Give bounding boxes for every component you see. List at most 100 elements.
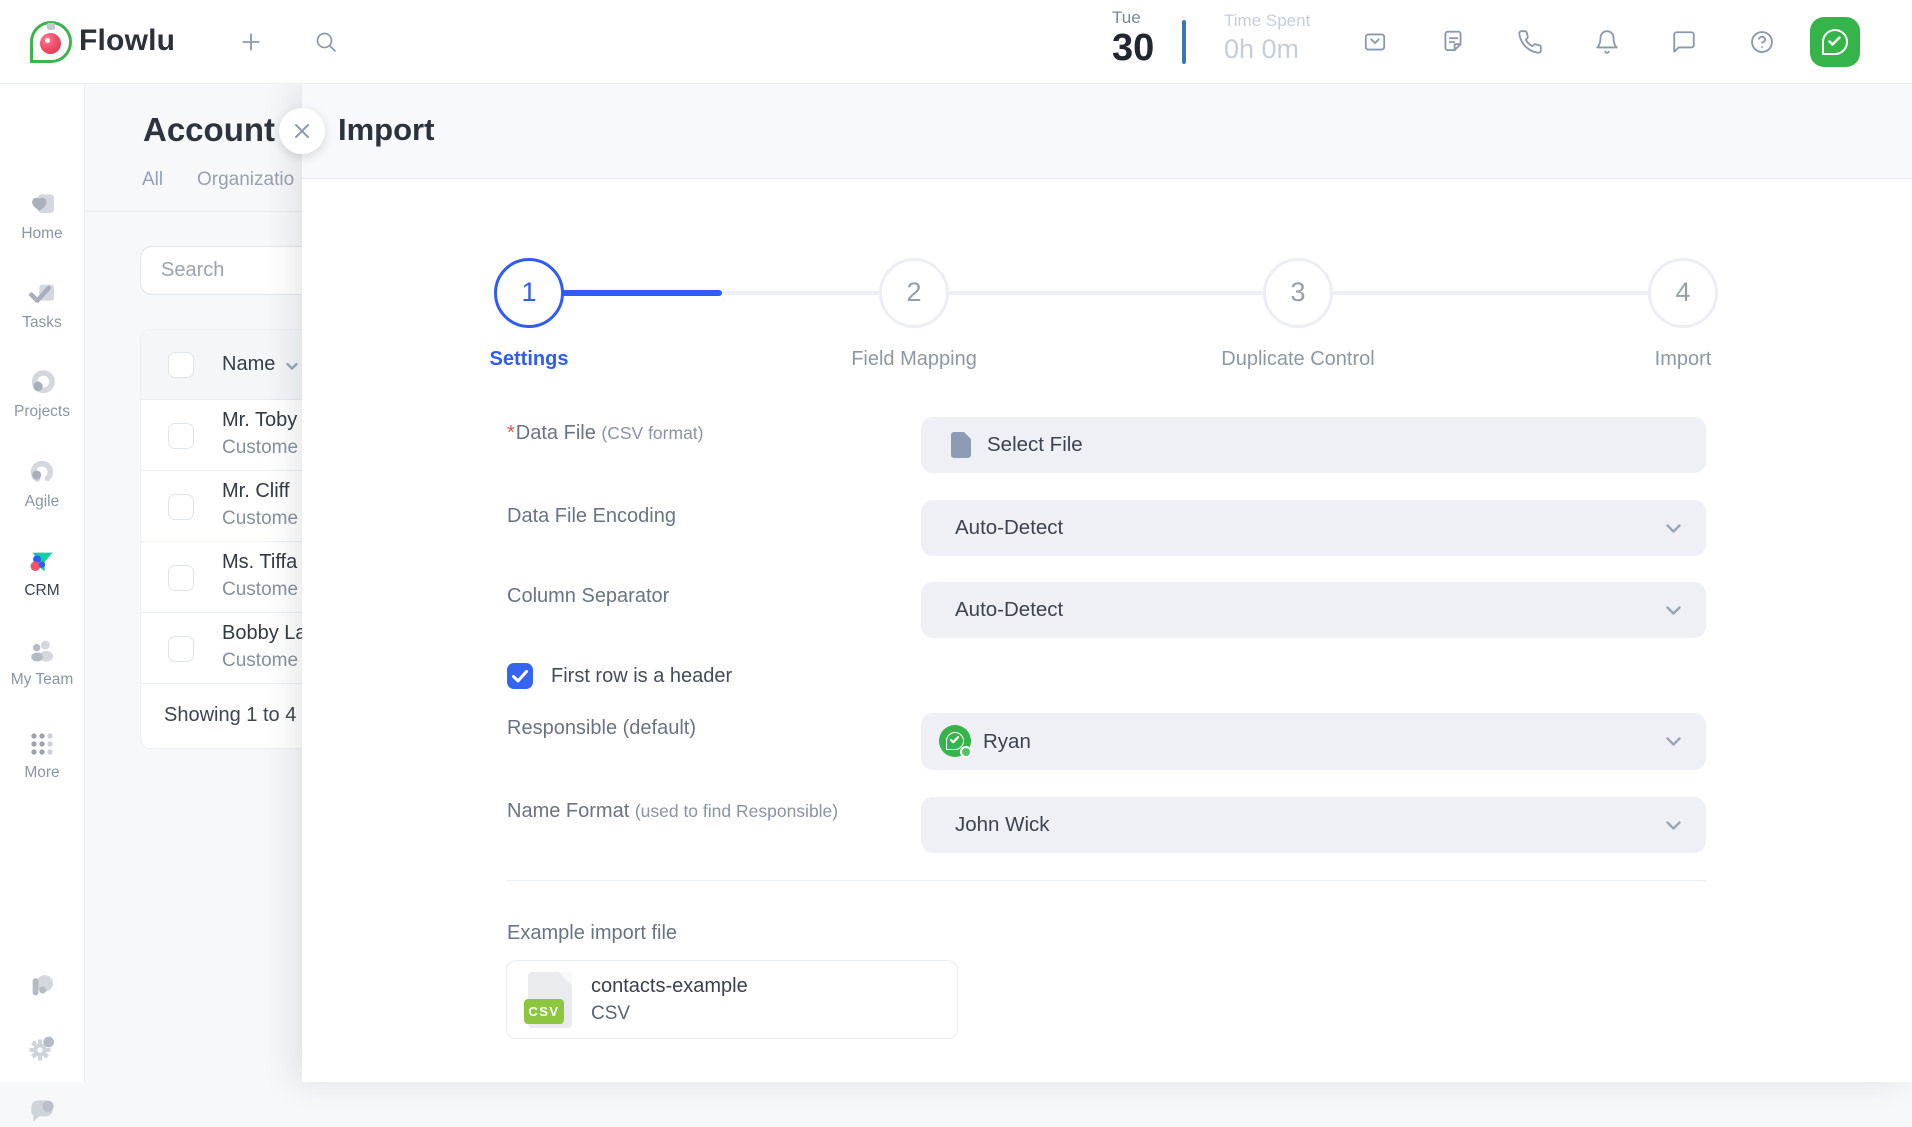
logo-ornament-ball [40, 33, 61, 54]
close-icon [292, 121, 312, 141]
home-icon [0, 188, 84, 222]
form-divider [507, 880, 1706, 881]
logo-sparkle [45, 38, 50, 43]
responsible-select[interactable]: Ryan [921, 713, 1706, 770]
notifications-button[interactable] [1594, 29, 1620, 55]
brand-name: Flowlu [79, 24, 175, 58]
inbox-button[interactable] [1362, 29, 1388, 55]
notes-button[interactable] [1440, 29, 1466, 55]
top-bar: Flowlu Tue 30 Time Spent 0h 0m [0, 0, 1912, 84]
step-3-circle[interactable]: 3 [1263, 258, 1333, 328]
sidebar-label-my-team: My Team [0, 671, 84, 689]
encoding-label: Data File Encoding [507, 505, 676, 528]
notes-icon [1440, 29, 1466, 55]
example-file-name: contacts-example [591, 975, 748, 998]
separator-value: Auto-Detect [955, 598, 1063, 622]
row-subtitle: Custome [222, 508, 298, 530]
row-checkbox[interactable] [168, 494, 194, 520]
app-sidebar: Home Tasks Projects Agile CRM My Team [0, 84, 85, 1082]
step-1-circle[interactable]: 1 [494, 258, 564, 328]
sort-chevron-icon[interactable] [284, 358, 300, 374]
chevron-down-icon [1665, 818, 1682, 833]
row-subtitle: Custome [222, 437, 298, 459]
calls-button[interactable] [1517, 29, 1543, 55]
responsible-label: Responsible (default) [507, 717, 696, 740]
data-file-label: *Data File (CSV format) [507, 422, 704, 445]
first-row-header-label[interactable]: First row is a header [551, 665, 732, 688]
step-4-circle[interactable]: 4 [1648, 258, 1718, 328]
row-checkbox[interactable] [168, 636, 194, 662]
select-file-button[interactable]: Select File [921, 417, 1706, 473]
help-icon [1749, 29, 1775, 55]
sidebar-portal-button[interactable] [0, 970, 84, 1002]
encoding-select[interactable]: Auto-Detect [921, 500, 1706, 556]
step-3-number: 3 [1290, 277, 1305, 307]
sidebar-feedback-button[interactable] [0, 1095, 84, 1127]
sidebar-label-projects: Projects [0, 403, 84, 421]
help-button[interactable] [1749, 29, 1775, 55]
stepper-track [564, 291, 1648, 295]
sidebar-item-crm[interactable]: CRM [0, 545, 84, 600]
global-search-button[interactable] [314, 30, 338, 54]
step-2-circle[interactable]: 2 [879, 258, 949, 328]
select-file-text: Select File [987, 433, 1083, 457]
row-checkbox[interactable] [168, 565, 194, 591]
time-spent-label: Time Spent [1224, 11, 1310, 31]
messenger-button[interactable] [1671, 29, 1697, 55]
example-file-card[interactable]: CSV contacts-example CSV [506, 960, 958, 1039]
bell-icon [1594, 29, 1620, 55]
name-column-header[interactable]: Name [222, 353, 275, 376]
tab-organizations[interactable]: Organizatio [197, 169, 294, 191]
step-2-label: Field Mapping [794, 348, 1034, 371]
sidebar-item-tasks[interactable]: Tasks [0, 277, 84, 332]
first-row-header-checkbox[interactable] [507, 663, 533, 689]
gear-icon [26, 1032, 58, 1064]
close-button[interactable] [279, 108, 325, 154]
select-all-checkbox[interactable] [168, 352, 194, 378]
user-avatar-button[interactable] [1810, 17, 1860, 67]
sidebar-label-home: Home [0, 225, 84, 243]
date-divider [1182, 20, 1186, 64]
modal-title: Import [338, 112, 434, 148]
import-modal: Import 1 2 3 4 Settings Field Mapping Du… [302, 84, 1912, 1082]
search-icon [314, 30, 338, 54]
flowlu-logo-icon[interactable] [30, 21, 72, 63]
modal-header: Import [302, 84, 1912, 179]
file-fold-cover [558, 972, 572, 986]
step-2-number: 2 [906, 277, 921, 307]
separator-label: Column Separator [507, 585, 669, 608]
projects-icon [0, 366, 84, 400]
sidebar-label-tasks: Tasks [0, 314, 84, 332]
row-name: Mr. Cliff [222, 480, 289, 503]
sidebar-item-home[interactable]: Home [0, 188, 84, 243]
my-team-icon [0, 634, 84, 668]
name-format-label: Name Format (used to find Responsible) [507, 800, 838, 823]
date-day: 30 [1112, 28, 1182, 68]
chevron-down-icon [1665, 521, 1682, 536]
name-format-hint: (used to find Responsible) [635, 801, 838, 821]
chevron-down-icon [1665, 734, 1682, 749]
row-name: Mr. Toby [222, 409, 297, 432]
add-button[interactable] [238, 29, 264, 55]
example-file-type: CSV [591, 1003, 630, 1025]
page-title: Account [143, 111, 275, 149]
sidebar-item-projects[interactable]: Projects [0, 366, 84, 421]
row-checkbox[interactable] [168, 423, 194, 449]
sidebar-item-agile[interactable]: Agile [0, 456, 84, 511]
example-file-label: Example import file [507, 922, 677, 945]
tab-all[interactable]: All [142, 169, 163, 191]
time-spent-widget[interactable]: Time Spent 0h 0m [1224, 11, 1310, 65]
plus-icon [238, 29, 264, 55]
tasks-icon [0, 277, 84, 311]
sidebar-settings-button[interactable] [0, 1032, 84, 1064]
sidebar-item-more[interactable]: More [0, 727, 84, 782]
separator-select[interactable]: Auto-Detect [921, 582, 1706, 638]
check-icon [511, 668, 529, 684]
step-4-number: 4 [1675, 277, 1690, 307]
speech-bubble-icon [26, 1095, 58, 1127]
calendar-date-widget[interactable]: Tue 30 [1112, 8, 1182, 68]
logo-ornament-cap [47, 23, 55, 30]
name-format-select[interactable]: John Wick [921, 797, 1706, 853]
sidebar-item-my-team[interactable]: My Team [0, 634, 84, 689]
chevron-down-icon [1665, 603, 1682, 618]
